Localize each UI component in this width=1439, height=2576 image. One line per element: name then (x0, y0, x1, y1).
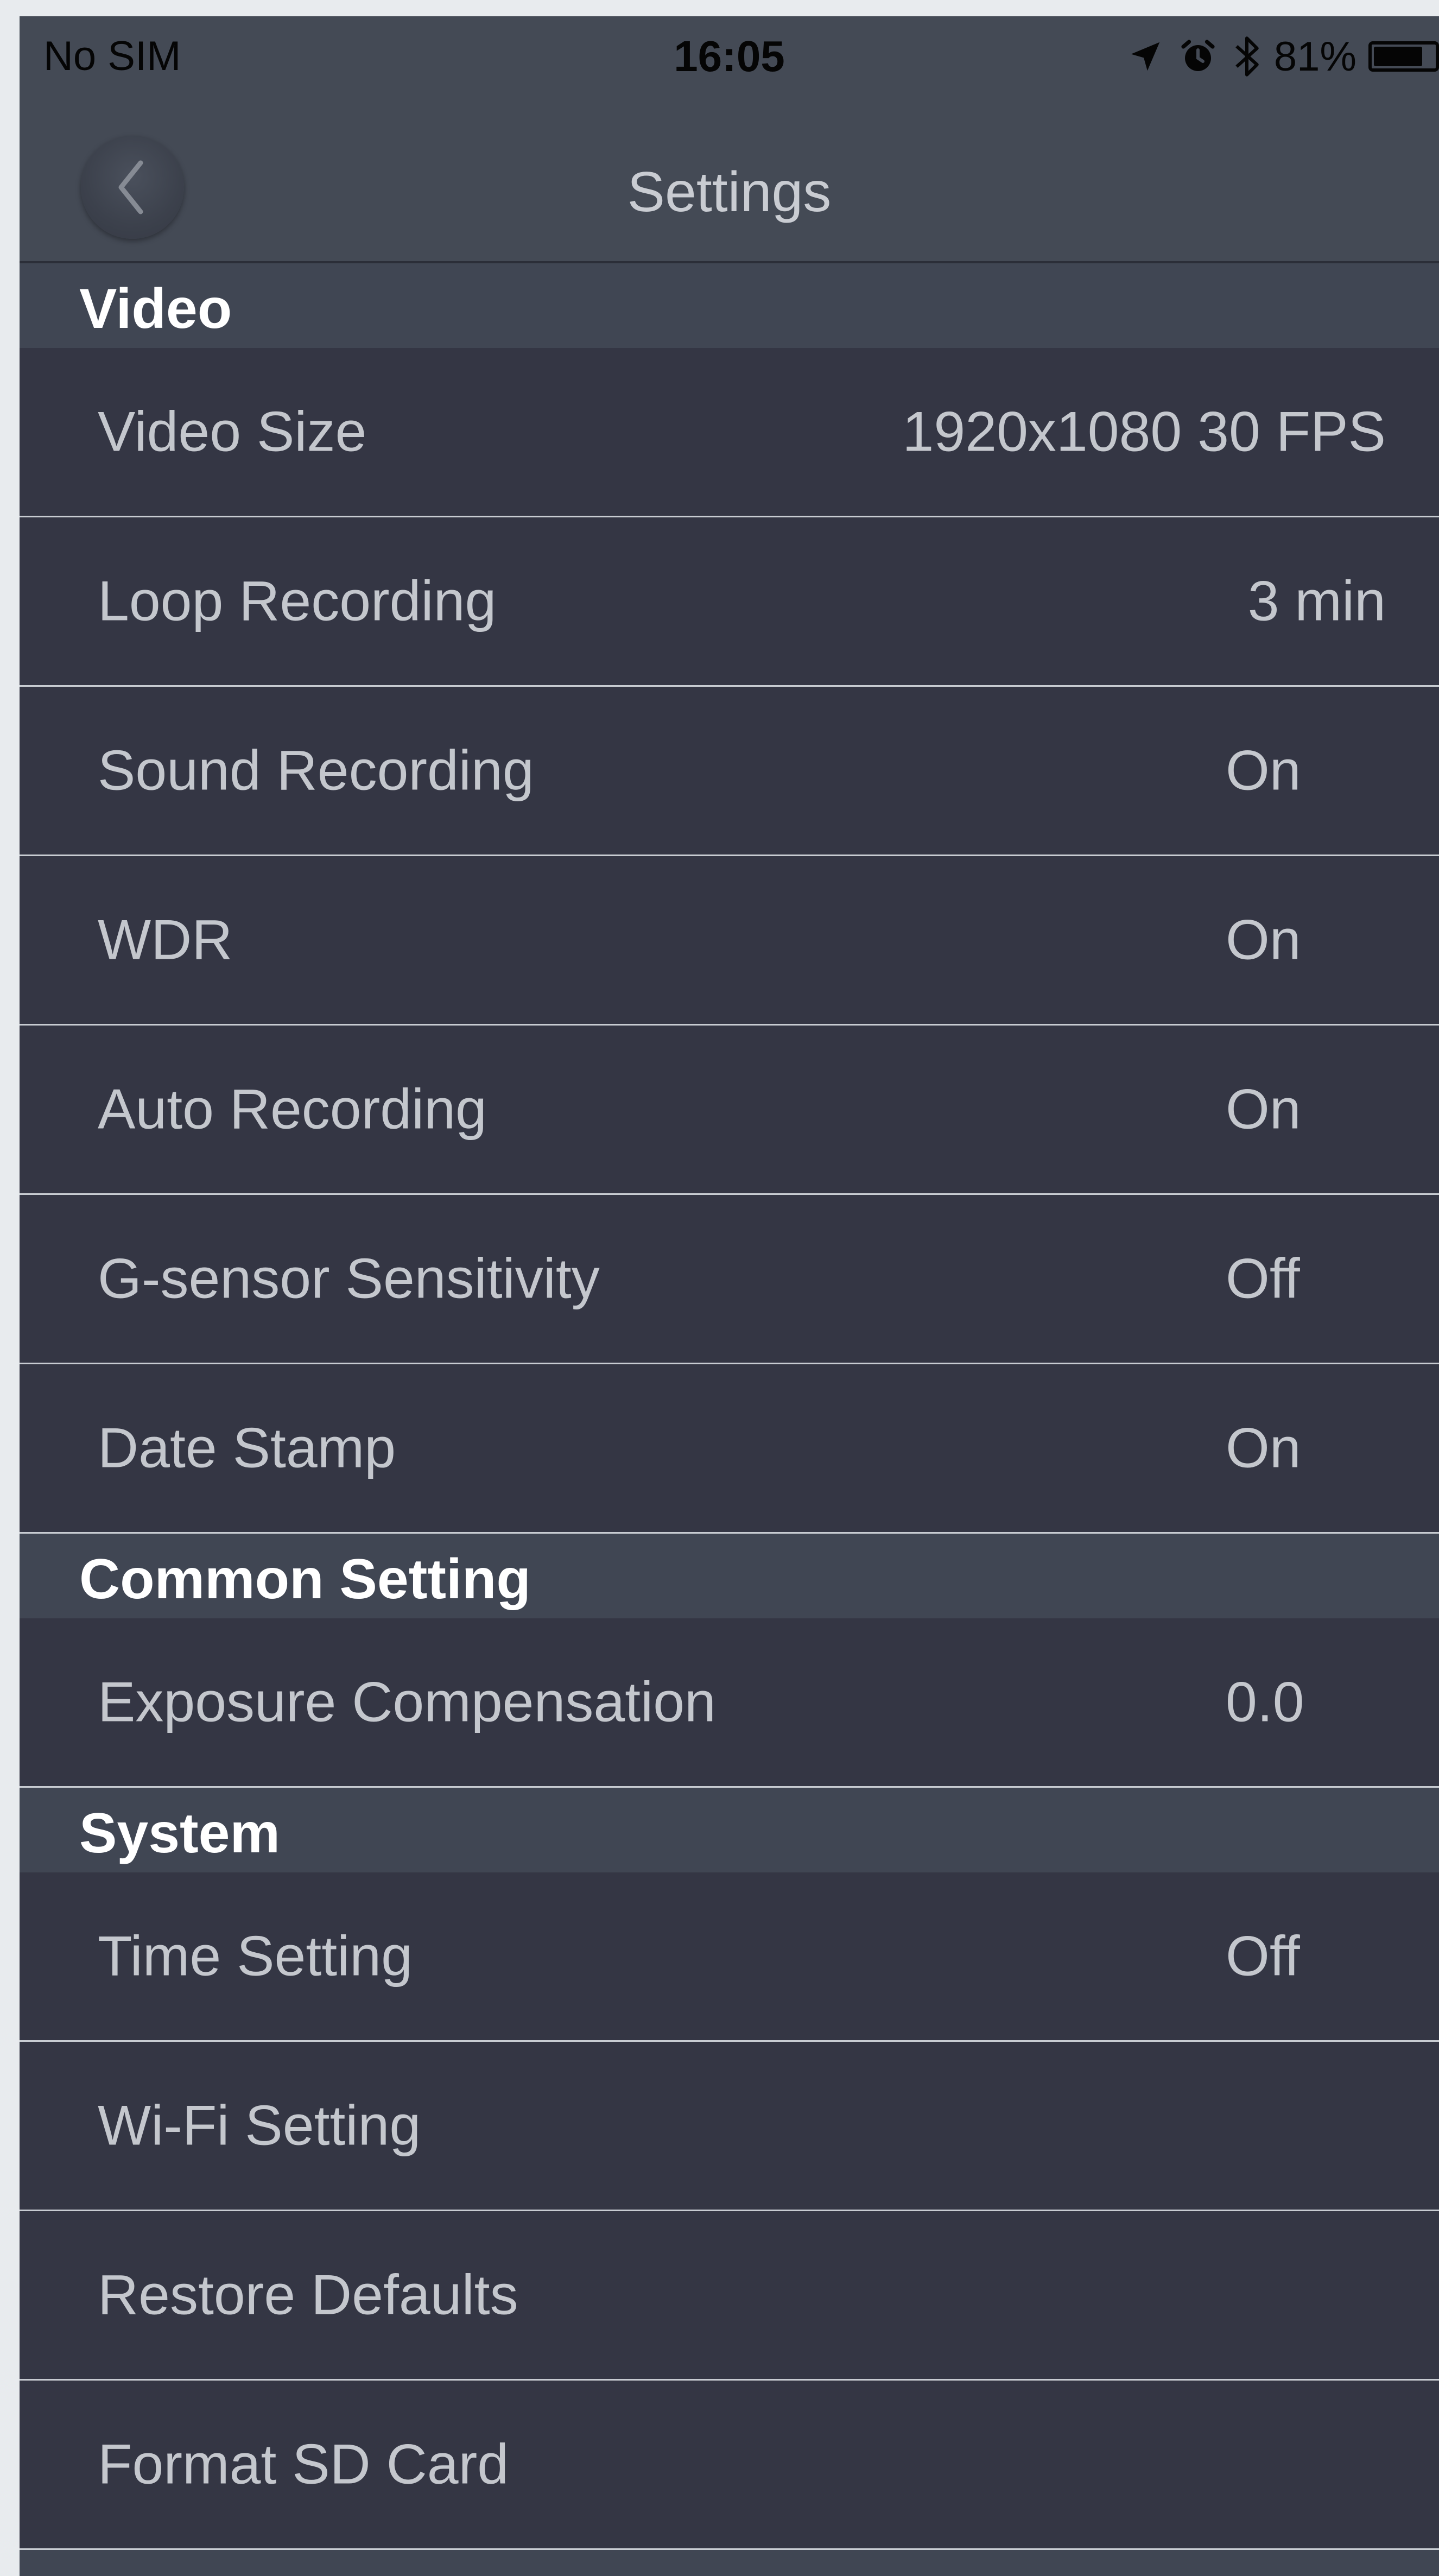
setting-label: Restore Defaults (98, 2263, 518, 2326)
battery-icon (1368, 41, 1439, 72)
setting-value: Off (1226, 1925, 1300, 1988)
setting-row-loop-recording[interactable]: Loop Recording 3 min (20, 517, 1439, 687)
setting-row-auto-recording[interactable]: Auto Recording On (20, 1026, 1439, 1195)
setting-label: Wi-Fi Setting (98, 2094, 421, 2157)
section-title: System (79, 1802, 280, 1865)
setting-row-video-size[interactable]: Video Size 1920x1080 30 FPS (20, 348, 1439, 517)
setting-row-exposure-compensation[interactable]: Exposure Compensation 0.0 (20, 1618, 1439, 1788)
section-header-system: System (20, 1788, 1439, 1872)
setting-row-g-sensor-sensitivity[interactable]: G-sensor Sensitivity Off (20, 1195, 1439, 1364)
navigation-bar: Settings (20, 98, 1439, 263)
setting-row-wdr[interactable]: WDR On (20, 856, 1439, 1026)
setting-label: Exposure Compensation (98, 1670, 716, 1733)
setting-row-sound-recording[interactable]: Sound Recording On (20, 687, 1439, 856)
setting-row-date-stamp[interactable]: Date Stamp On (20, 1364, 1439, 1534)
setting-value: 1920x1080 30 FPS (902, 400, 1386, 463)
section-header-common-setting: Common Setting (20, 1534, 1439, 1618)
setting-label: Video Size (98, 400, 367, 463)
setting-label: Loop Recording (98, 569, 497, 632)
setting-value: 3 min (1247, 569, 1386, 632)
setting-value: On (1226, 1416, 1301, 1479)
setting-row-format-sd-card[interactable]: Format SD Card (20, 2381, 1439, 2550)
section-title: Common Setting (79, 1548, 531, 1611)
settings-screen: No SIM 16:05 81% Settings Video Video Si… (20, 16, 1439, 2576)
setting-label: Date Stamp (98, 1416, 396, 1479)
setting-value: Off (1226, 1247, 1300, 1310)
setting-label: WDR (98, 908, 233, 971)
section-header-next (20, 2550, 1439, 2576)
setting-label: Time Setting (98, 1925, 413, 1988)
section-header-video: Video (20, 263, 1439, 348)
battery-level-fill (1374, 47, 1423, 66)
bluetooth-icon (1232, 32, 1262, 81)
setting-label: Format SD Card (98, 2433, 509, 2496)
status-icons: 81% (1126, 29, 1439, 84)
page-title: Settings (627, 161, 832, 224)
setting-label: Auto Recording (98, 1078, 487, 1141)
alarm-icon (1178, 37, 1218, 76)
setting-row-time-setting[interactable]: Time Setting Off (20, 1872, 1439, 2042)
setting-row-restore-defaults[interactable]: Restore Defaults (20, 2211, 1439, 2381)
section-title: Video (79, 277, 232, 340)
location-arrow-icon (1126, 37, 1164, 75)
setting-label: Sound Recording (98, 739, 534, 802)
setting-value: On (1226, 739, 1301, 802)
status-bar: No SIM 16:05 81% (20, 16, 1439, 98)
setting-row-wifi-setting[interactable]: Wi-Fi Setting (20, 2042, 1439, 2211)
setting-value: On (1226, 908, 1301, 971)
setting-value: 0.0 (1226, 1670, 1304, 1733)
setting-value: On (1226, 1078, 1301, 1141)
setting-label: G-sensor Sensitivity (98, 1247, 600, 1310)
battery-percent: 81% (1273, 33, 1356, 80)
